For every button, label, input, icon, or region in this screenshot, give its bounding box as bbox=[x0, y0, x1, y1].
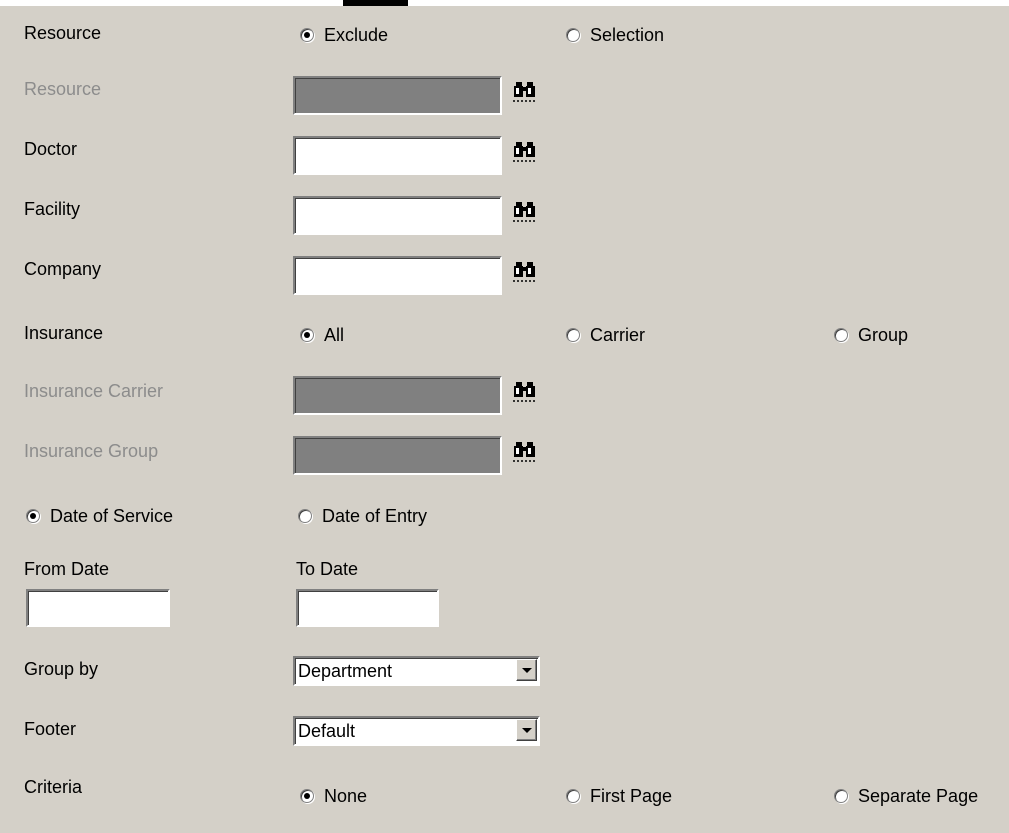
radio-exclude[interactable]: Exclude bbox=[300, 24, 388, 46]
radio-date-of-service[interactable]: Date of Service bbox=[26, 505, 173, 527]
from-date-input[interactable] bbox=[26, 589, 170, 627]
footer-label: Footer bbox=[24, 719, 77, 739]
binoculars-icon[interactable] bbox=[513, 381, 537, 403]
radio-criteria-none[interactable]: None bbox=[300, 785, 367, 807]
resource-input[interactable] bbox=[293, 76, 502, 115]
radio-insurance-all[interactable]: All bbox=[300, 324, 344, 346]
binoculars-icon[interactable] bbox=[513, 141, 537, 163]
radio-dot-selected bbox=[26, 509, 40, 523]
radio-dot bbox=[298, 509, 312, 523]
radio-criteria-separate-page-label: Separate Page bbox=[858, 786, 979, 806]
company-label: Company bbox=[24, 259, 102, 279]
binoculars-icon[interactable] bbox=[513, 441, 537, 463]
radio-dot bbox=[566, 28, 580, 42]
binoculars-icon[interactable] bbox=[513, 81, 537, 103]
resource-mode-label: Resource bbox=[24, 23, 102, 43]
from-date-label: From Date bbox=[24, 559, 110, 579]
group-by-select[interactable]: Department bbox=[293, 656, 540, 686]
radio-date-of-entry[interactable]: Date of Entry bbox=[298, 505, 427, 527]
radio-insurance-all-label: All bbox=[324, 325, 345, 345]
radio-insurance-group-label: Group bbox=[858, 325, 909, 345]
radio-date-of-service-label: Date of Service bbox=[50, 506, 174, 526]
radio-dot bbox=[566, 328, 580, 342]
radio-insurance-group[interactable]: Group bbox=[834, 324, 908, 346]
radio-dot-selected bbox=[300, 328, 314, 342]
facility-label: Facility bbox=[24, 199, 81, 219]
radio-insurance-carrier[interactable]: Carrier bbox=[566, 324, 645, 346]
insurance-carrier-label: Insurance Carrier bbox=[24, 381, 164, 401]
radio-selection-label: Selection bbox=[590, 25, 665, 45]
radio-criteria-first-page[interactable]: First Page bbox=[566, 785, 672, 807]
binoculars-icon[interactable] bbox=[513, 201, 537, 223]
dropdown-arrow-icon[interactable] bbox=[516, 719, 537, 741]
top-edge-dark bbox=[343, 0, 408, 6]
dropdown-arrow-icon[interactable] bbox=[516, 659, 537, 681]
radio-dot bbox=[566, 789, 580, 803]
resource-label: Resource bbox=[24, 79, 102, 99]
group-by-label: Group by bbox=[24, 659, 99, 679]
radio-date-of-entry-label: Date of Entry bbox=[322, 506, 428, 526]
radio-exclude-label: Exclude bbox=[324, 25, 389, 45]
criteria-label: Criteria bbox=[24, 777, 83, 797]
radio-insurance-carrier-label: Carrier bbox=[590, 325, 646, 345]
binoculars-icon[interactable] bbox=[513, 261, 537, 283]
facility-input[interactable] bbox=[293, 196, 502, 235]
insurance-group-label: Insurance Group bbox=[24, 441, 159, 461]
radio-selection[interactable]: Selection bbox=[566, 24, 664, 46]
radio-dot-selected bbox=[300, 789, 314, 803]
to-date-label: To Date bbox=[296, 559, 359, 579]
insurance-group-input[interactable] bbox=[293, 436, 502, 475]
radio-dot-selected bbox=[300, 28, 314, 42]
footer-select[interactable]: Default bbox=[293, 716, 540, 746]
insurance-label: Insurance bbox=[24, 323, 104, 343]
radio-criteria-first-page-label: First Page bbox=[590, 786, 673, 806]
radio-dot bbox=[834, 789, 848, 803]
doctor-label: Doctor bbox=[24, 139, 78, 159]
doctor-input[interactable] bbox=[293, 136, 502, 175]
company-input[interactable] bbox=[293, 256, 502, 295]
footer-value: Default bbox=[298, 721, 356, 741]
to-date-input[interactable] bbox=[296, 589, 439, 627]
insurance-carrier-input[interactable] bbox=[293, 376, 502, 415]
radio-criteria-separate-page[interactable]: Separate Page bbox=[834, 785, 978, 807]
group-by-value: Department bbox=[298, 661, 393, 681]
top-edge bbox=[0, 0, 1009, 6]
radio-dot bbox=[834, 328, 848, 342]
radio-criteria-none-label: None bbox=[324, 786, 368, 806]
